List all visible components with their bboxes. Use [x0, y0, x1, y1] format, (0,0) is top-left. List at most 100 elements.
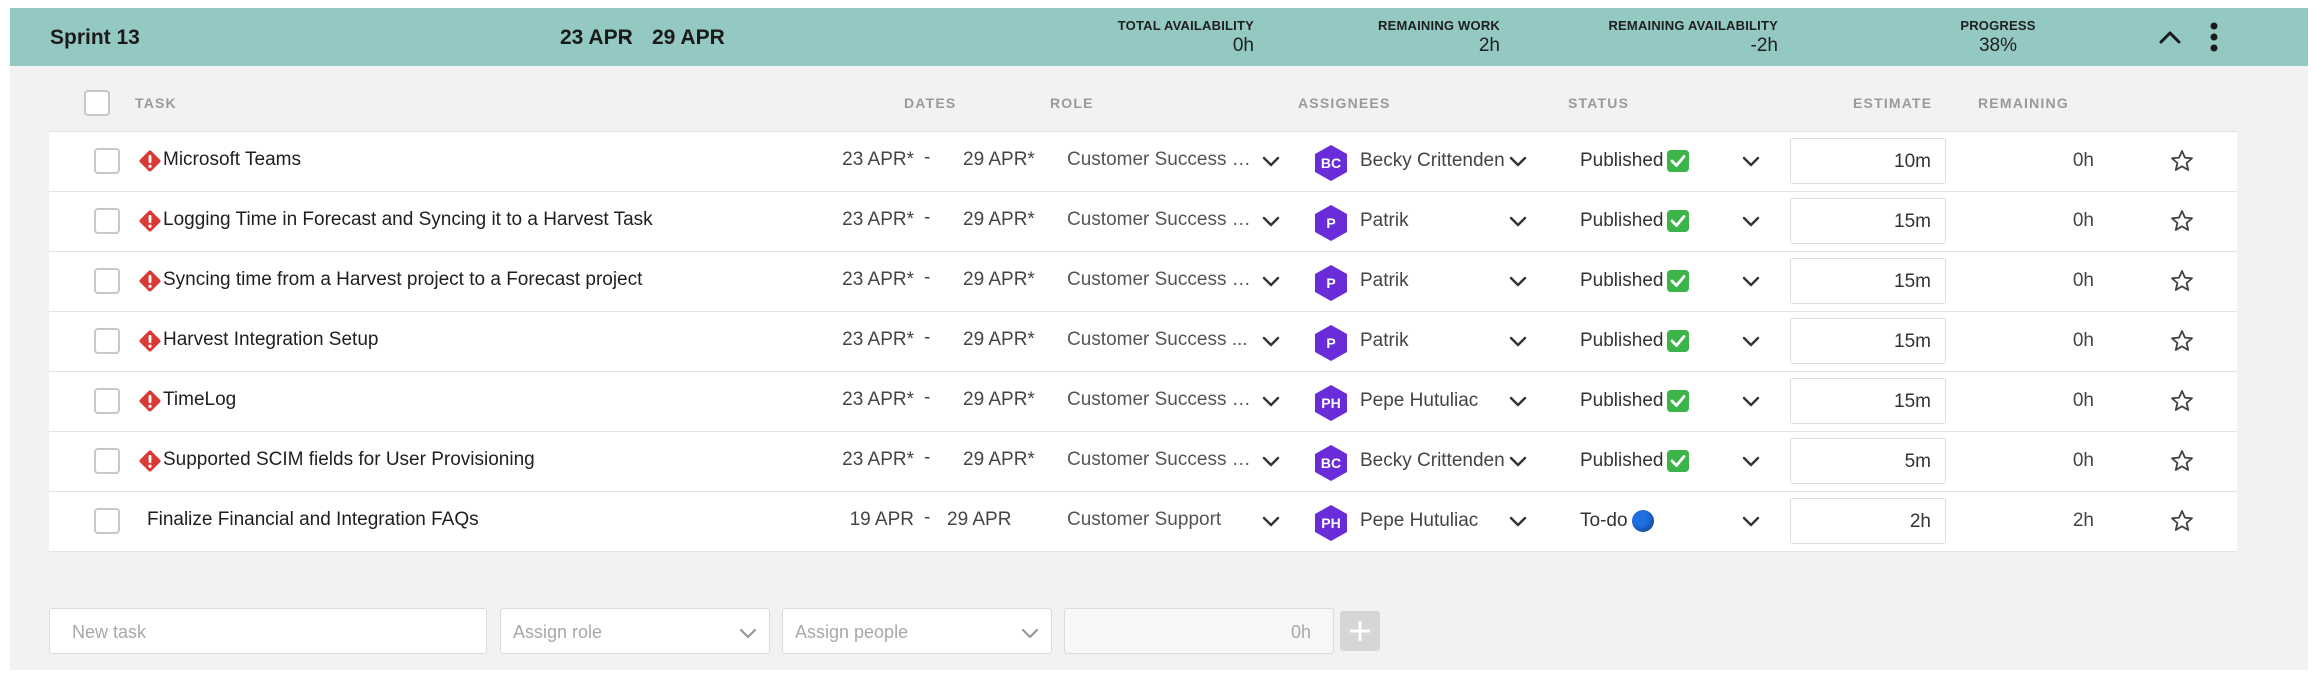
task-role[interactable]: Customer Support — [1067, 509, 1257, 531]
estimate-input[interactable]: 15m — [1790, 258, 1946, 304]
assignee-chevron-down-icon[interactable] — [1509, 156, 1527, 168]
task-status[interactable]: Published — [1580, 330, 1690, 352]
new-task-input[interactable]: New task — [49, 608, 487, 654]
more-options-icon[interactable] — [2210, 22, 2218, 52]
task-name[interactable]: Finalize Financial and Integration FAQs — [147, 509, 479, 531]
role-chevron-down-icon[interactable] — [1262, 516, 1280, 528]
task-end-date[interactable]: 29 APR — [947, 509, 1037, 531]
assignee-chevron-down-icon[interactable] — [1509, 336, 1527, 348]
task-role[interactable]: Customer Success S... — [1067, 389, 1257, 411]
status-chevron-down-icon[interactable] — [1742, 516, 1760, 528]
task-assignee[interactable]: Pepe Hutuliac — [1360, 390, 1478, 412]
new-task-hours-input[interactable]: 0h — [1064, 608, 1334, 654]
task-assignee[interactable]: Becky Crittenden — [1360, 150, 1505, 172]
estimate-input[interactable]: 5m — [1790, 438, 1946, 484]
star-icon[interactable] — [2170, 149, 2194, 173]
table-row[interactable]: TimeLog 23 APR* - 29 APR* Customer Success S… — [49, 371, 2237, 431]
table-row[interactable]: Supported SCIM fields for User Provision… — [49, 431, 2237, 491]
table-row[interactable]: Logging Time in Forecast and Syncing it … — [49, 191, 2237, 251]
estimate-input[interactable]: 15m — [1790, 378, 1946, 424]
role-chevron-down-icon[interactable] — [1262, 396, 1280, 408]
status-chevron-down-icon[interactable] — [1742, 456, 1760, 468]
status-chevron-down-icon[interactable] — [1742, 156, 1760, 168]
task-start-date[interactable]: 23 APR* — [824, 449, 914, 471]
status-chevron-down-icon[interactable] — [1742, 336, 1760, 348]
task-status[interactable]: Published — [1580, 270, 1690, 292]
add-task-button[interactable] — [1340, 611, 1380, 651]
assignee-chevron-down-icon[interactable] — [1509, 516, 1527, 528]
star-icon[interactable] — [2170, 329, 2194, 353]
task-assignee[interactable]: Pepe Hutuliac — [1360, 510, 1478, 532]
task-role[interactable]: Customer Success S... — [1067, 149, 1257, 171]
task-role[interactable]: Customer Success S... — [1067, 209, 1257, 231]
estimate-input[interactable]: 2h — [1790, 498, 1946, 544]
task-status[interactable]: Published — [1580, 390, 1690, 412]
task-name[interactable]: Supported SCIM fields for User Provision… — [163, 449, 535, 471]
task-start-date[interactable]: 23 APR* — [824, 209, 914, 231]
task-start-date[interactable]: 23 APR* — [824, 389, 914, 411]
task-status[interactable]: Published — [1580, 150, 1690, 172]
table-row[interactable]: Syncing time from a Harvest project to a… — [49, 251, 2237, 311]
star-icon[interactable] — [2170, 449, 2194, 473]
task-name[interactable]: Microsoft Teams — [163, 149, 301, 171]
star-icon[interactable] — [2170, 269, 2194, 293]
status-chevron-down-icon[interactable] — [1742, 216, 1760, 228]
row-checkbox[interactable] — [94, 268, 120, 294]
assignee-chevron-down-icon[interactable] — [1509, 276, 1527, 288]
star-icon[interactable] — [2170, 509, 2194, 533]
task-assignee[interactable]: Becky Crittenden — [1360, 450, 1505, 472]
select-all-checkbox[interactable] — [84, 90, 110, 116]
task-start-date[interactable]: 23 APR* — [824, 269, 914, 291]
assignee-chevron-down-icon[interactable] — [1509, 396, 1527, 408]
assign-people-dropdown[interactable]: Assign people — [782, 608, 1052, 654]
row-checkbox[interactable] — [94, 148, 120, 174]
task-end-date[interactable]: 29 APR* — [963, 389, 1053, 411]
estimate-input[interactable]: 15m — [1790, 198, 1946, 244]
status-chevron-down-icon[interactable] — [1742, 276, 1760, 288]
estimate-input[interactable]: 10m — [1790, 138, 1946, 184]
task-name[interactable]: Syncing time from a Harvest project to a… — [163, 269, 642, 291]
status-chevron-down-icon[interactable] — [1742, 396, 1760, 408]
task-status[interactable]: To-do — [1580, 510, 1654, 532]
role-chevron-down-icon[interactable] — [1262, 276, 1280, 288]
table-row[interactable]: Microsoft Teams 23 APR* - 29 APR* Customer S… — [49, 131, 2237, 191]
task-start-date[interactable]: 19 APR — [824, 509, 914, 531]
task-end-date[interactable]: 29 APR* — [963, 329, 1053, 351]
table-row[interactable]: Harvest Integration Setup 23 APR* - 29 APR*… — [49, 311, 2237, 371]
row-checkbox[interactable] — [94, 448, 120, 474]
task-name[interactable]: Logging Time in Forecast and Syncing it … — [163, 209, 653, 231]
row-checkbox[interactable] — [94, 508, 120, 534]
assignee-chevron-down-icon[interactable] — [1509, 456, 1527, 468]
task-status[interactable]: Published — [1580, 450, 1690, 472]
role-chevron-down-icon[interactable] — [1262, 456, 1280, 468]
task-end-date[interactable]: 29 APR* — [963, 209, 1053, 231]
task-status[interactable]: Published — [1580, 210, 1690, 232]
task-assignee[interactable]: Patrik — [1360, 270, 1409, 292]
role-chevron-down-icon[interactable] — [1262, 336, 1280, 348]
task-start-date[interactable]: 23 APR* — [824, 149, 914, 171]
task-role[interactable]: Customer Success ... — [1067, 329, 1257, 351]
task-role[interactable]: Customer Success S... — [1067, 269, 1257, 291]
task-role[interactable]: Customer Success S... — [1067, 449, 1257, 471]
row-checkbox[interactable] — [94, 328, 120, 354]
task-assignee[interactable]: Patrik — [1360, 330, 1409, 352]
task-assignee[interactable]: Patrik — [1360, 210, 1409, 232]
table-row[interactable]: Finalize Financial and Integration FAQs 1… — [49, 491, 2237, 551]
assignee-chevron-down-icon[interactable] — [1509, 216, 1527, 228]
task-start-date[interactable]: 23 APR* — [824, 329, 914, 351]
task-end-date[interactable]: 29 APR* — [963, 149, 1053, 171]
task-end-date[interactable]: 29 APR* — [963, 449, 1053, 471]
task-name[interactable]: Harvest Integration Setup — [163, 329, 378, 351]
star-icon[interactable] — [2170, 209, 2194, 233]
task-end-date[interactable]: 29 APR* — [963, 269, 1053, 291]
assign-role-dropdown[interactable]: Assign role — [500, 608, 770, 654]
estimate-input[interactable]: 15m — [1790, 318, 1946, 364]
task-name[interactable]: TimeLog — [163, 389, 236, 411]
role-chevron-down-icon[interactable] — [1262, 156, 1280, 168]
row-checkbox[interactable] — [94, 208, 120, 234]
star-icon[interactable] — [2170, 389, 2194, 413]
row-checkbox[interactable] — [94, 388, 120, 414]
warning-icon — [139, 390, 161, 412]
role-chevron-down-icon[interactable] — [1262, 216, 1280, 228]
chevron-up-icon[interactable] — [2158, 28, 2182, 46]
